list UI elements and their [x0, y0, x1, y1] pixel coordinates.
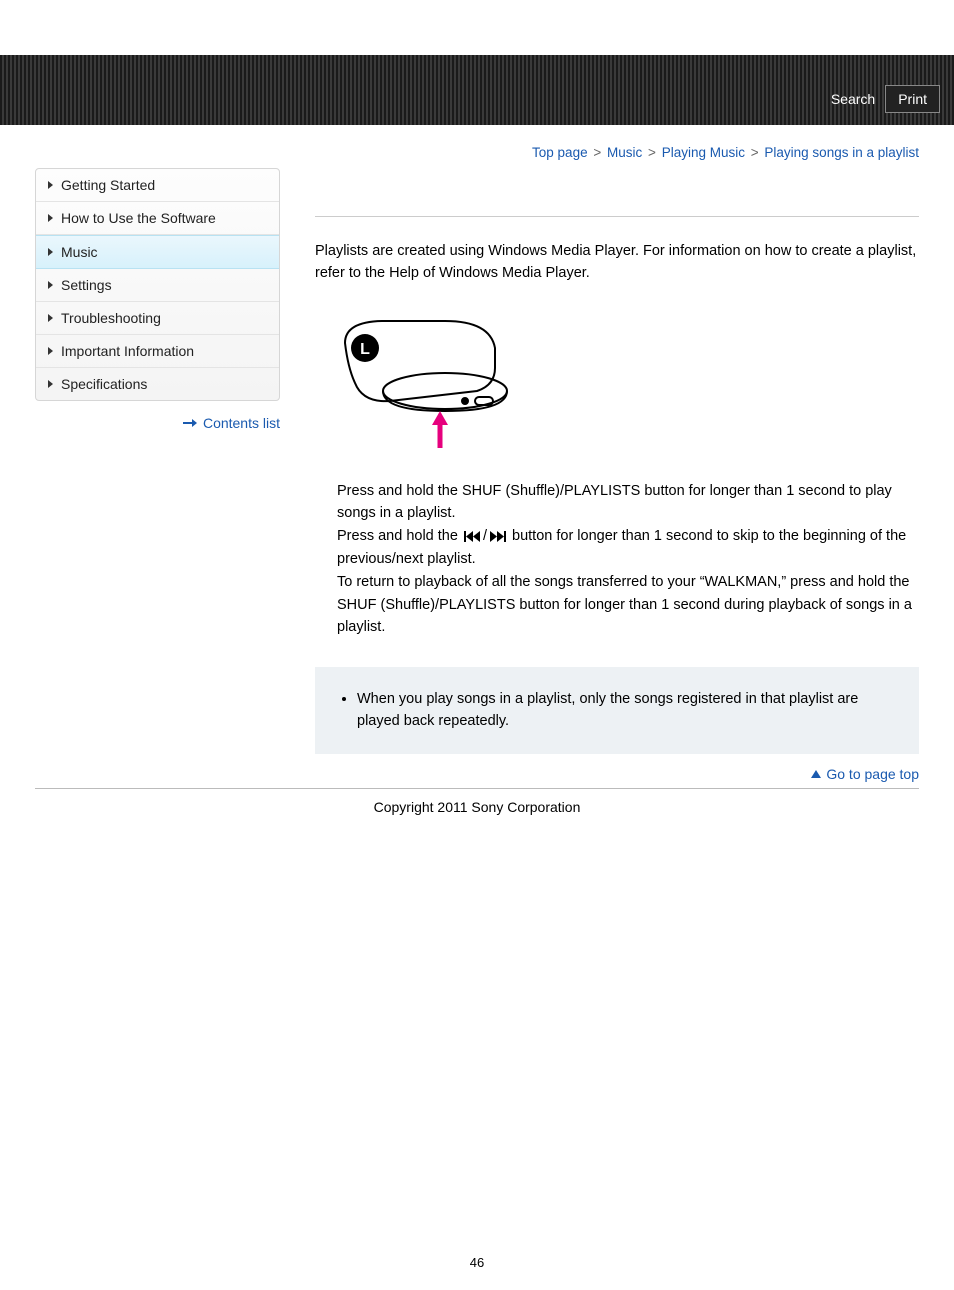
breadcrumb-sep: >: [591, 145, 603, 160]
instructions: Press and hold the SHUF (Shuffle)/PLAYLI…: [315, 480, 919, 639]
title-rule: [315, 172, 919, 217]
chevron-right-icon: [48, 248, 53, 256]
nav-item-settings[interactable]: Settings: [36, 269, 279, 302]
note-box: When you play songs in a playlist, only …: [315, 667, 919, 755]
up-triangle-icon: [811, 770, 821, 778]
instruction-2: Press and hold the / button for longer t…: [337, 525, 919, 570]
instruction-1: Press and hold the SHUF (Shuffle)/PLAYLI…: [337, 480, 919, 525]
nav-item-label: Music: [61, 244, 98, 260]
nav-item-label: Important Information: [61, 343, 194, 359]
contents-list-row: Contents list: [35, 415, 280, 431]
header-actions: Search Print: [831, 85, 940, 113]
breadcrumb-link-2[interactable]: Playing Music: [662, 145, 745, 160]
chevron-right-icon: [48, 314, 53, 322]
sidebar-nav: Getting Started How to Use the Software …: [35, 168, 280, 401]
chevron-right-icon: [48, 281, 53, 289]
note-text: When you play songs in a playlist, only …: [357, 689, 899, 733]
page-number: 46: [0, 1255, 954, 1290]
nav-item-label: Getting Started: [61, 177, 155, 193]
nav-item-important-info[interactable]: Important Information: [36, 335, 279, 368]
goto-top-row: Go to page top: [315, 766, 919, 782]
nav-item-troubleshooting[interactable]: Troubleshooting: [36, 302, 279, 335]
header-band: Search Print: [0, 55, 954, 125]
chevron-right-icon: [48, 347, 53, 355]
main-content: Playlists are created using Windows Medi…: [315, 168, 919, 782]
instr2-prefix: Press and hold the: [337, 529, 462, 545]
arrow-right-icon: [183, 420, 197, 426]
nav-item-label: Troubleshooting: [61, 310, 161, 326]
search-link[interactable]: Search: [831, 91, 875, 107]
breadcrumb: Top page > Music > Playing Music > Playi…: [0, 125, 954, 168]
nav-item-label: How to Use the Software: [61, 210, 216, 226]
chevron-right-icon: [48, 181, 53, 189]
breadcrumb-current: Playing songs in a playlist: [764, 145, 919, 160]
nav-item-music[interactable]: Music: [36, 235, 279, 269]
nav-item-specifications[interactable]: Specifications: [36, 368, 279, 400]
instruction-3: To return to playback of all the songs t…: [337, 571, 919, 638]
print-button[interactable]: Print: [885, 85, 940, 113]
nav-item-getting-started[interactable]: Getting Started: [36, 169, 279, 202]
nav-item-label: Settings: [61, 277, 112, 293]
breadcrumb-sep: >: [646, 145, 658, 160]
nav-item-software[interactable]: How to Use the Software: [36, 202, 279, 235]
chevron-right-icon: [48, 214, 53, 222]
breadcrumb-sep: >: [749, 145, 761, 160]
goto-top-link[interactable]: Go to page top: [826, 766, 919, 782]
svg-text:L: L: [360, 341, 370, 358]
breadcrumb-link-0[interactable]: Top page: [532, 145, 588, 160]
nav-item-label: Specifications: [61, 376, 147, 392]
chevron-right-icon: [48, 380, 53, 388]
prev-next-icon: /: [462, 525, 508, 547]
contents-list-link[interactable]: Contents list: [203, 415, 280, 431]
breadcrumb-link-1[interactable]: Music: [607, 145, 642, 160]
sidebar: Getting Started How to Use the Software …: [35, 168, 280, 782]
copyright-text: Copyright 2011 Sony Corporation: [0, 789, 954, 825]
device-illustration: L: [315, 313, 919, 456]
intro-text: Playlists are created using Windows Medi…: [315, 241, 919, 285]
